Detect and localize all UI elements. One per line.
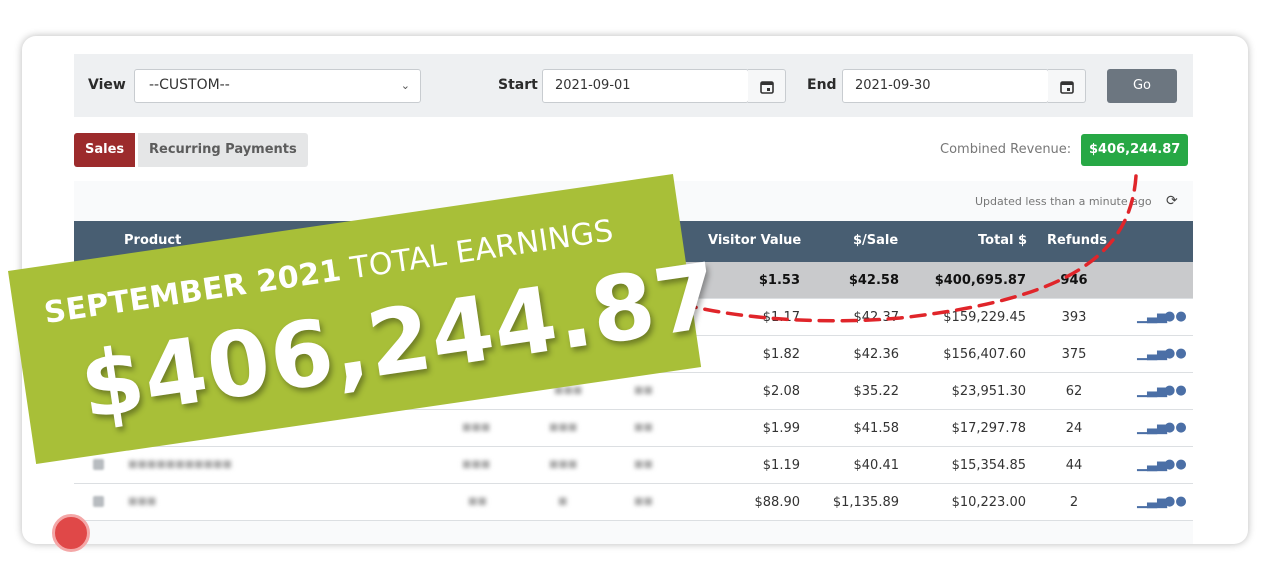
end-date-input[interactable]: 2021-09-30 <box>842 69 1049 103</box>
start-calendar-button[interactable] <box>748 69 786 103</box>
cell-refunds: 24 <box>1065 421 1083 436</box>
bar-chart-icon[interactable]: ▁▃▅ <box>1137 494 1167 509</box>
blurred-cell: ■■ <box>468 496 487 507</box>
start-date-value: 2021-09-01 <box>555 78 631 93</box>
cell-per-sale: $42.37 <box>853 310 900 325</box>
page: View --CUSTOM-- ⌄ Start 2021-09-01 End 2… <box>0 0 1267 568</box>
combined-revenue-label: Combined Revenue: <box>940 142 1072 157</box>
end-calendar-button[interactable] <box>1048 69 1086 103</box>
cell-per-sale: $42.58 <box>848 273 899 288</box>
filter-bar: View --CUSTOM-- ⌄ Start 2021-09-01 End 2… <box>74 54 1193 117</box>
cell-total: $400,695.87 <box>934 273 1026 288</box>
bar-chart-icon[interactable]: ▁▃▅ <box>1137 346 1167 361</box>
cell-visitor-value: $1.53 <box>758 273 800 288</box>
header-product: Product <box>124 233 182 248</box>
calendar-icon <box>1060 81 1074 94</box>
cell-visitor-value: $2.08 <box>762 384 800 399</box>
blurred-cell: ■ <box>558 496 568 507</box>
cell-refunds: 2 <box>1069 495 1079 510</box>
users-icon[interactable]: ●● <box>1164 457 1187 472</box>
combined-revenue-badge: $406,244.87 <box>1081 134 1189 166</box>
cell-per-sale: $35.22 <box>853 384 900 399</box>
blurred-cell: ■■■ <box>462 422 491 433</box>
header-visitor-value: Visitor Value <box>708 233 802 248</box>
header-per-sale: $/Sale <box>853 233 899 248</box>
red-circle-icon[interactable] <box>52 514 90 552</box>
cell-refunds: 375 <box>1061 347 1087 362</box>
cell-visitor-value: $1.82 <box>762 347 800 362</box>
cell-refunds: 44 <box>1065 458 1083 473</box>
expand-toggle[interactable] <box>93 496 104 507</box>
blurred-cell: ■■■ <box>549 459 578 470</box>
chevron-down-icon: ⌄ <box>400 79 410 92</box>
users-icon[interactable]: ●● <box>1164 309 1187 324</box>
view-select[interactable]: --CUSTOM-- ⌄ <box>134 69 421 103</box>
cell-visitor-value: $88.90 <box>754 495 801 510</box>
tab-recurring-payments[interactable]: Recurring Payments <box>138 133 308 167</box>
end-label: End <box>807 77 837 93</box>
cell-refunds: 946 <box>1060 273 1088 288</box>
users-icon[interactable]: ●● <box>1164 383 1187 398</box>
blurred-cell: ■■ <box>634 385 653 396</box>
cell-total: $15,354.85 <box>951 458 1026 473</box>
blurred-cell: ■■ <box>634 496 653 507</box>
cell-total: $23,951.30 <box>951 384 1026 399</box>
cell-total: $17,297.78 <box>951 421 1026 436</box>
updated-status: Updated less than a minute ago <box>975 195 1152 208</box>
bar-chart-icon[interactable]: ▁▃▅ <box>1137 420 1167 435</box>
cell-refunds: 393 <box>1061 310 1087 325</box>
cell-per-sale: $40.41 <box>853 458 900 473</box>
start-label: Start <box>498 77 538 93</box>
cell-refunds: 62 <box>1065 384 1083 399</box>
start-date-input[interactable]: 2021-09-01 <box>542 69 749 103</box>
table-row: ■■■■■■■■■■■ ■■■ ■■■ ■■ $1.19 $40.41 $15,… <box>74 447 1193 484</box>
tab-sales[interactable]: Sales <box>74 133 136 167</box>
cell-visitor-value: $1.99 <box>762 421 800 436</box>
blurred-cell: ■■■ <box>128 496 157 507</box>
header-refunds: Refunds <box>1047 233 1108 248</box>
end-date-value: 2021-09-30 <box>855 78 931 93</box>
cell-visitor-value: $1.19 <box>762 458 800 473</box>
blurred-cell: ■■■ <box>549 422 578 433</box>
blurred-cell: ■■ <box>634 422 653 433</box>
expand-toggle[interactable] <box>93 459 104 470</box>
view-label: View <box>88 77 126 93</box>
users-icon[interactable]: ●● <box>1164 494 1187 509</box>
bar-chart-icon[interactable]: ▁▃▅ <box>1137 383 1167 398</box>
users-icon[interactable]: ●● <box>1164 346 1187 361</box>
cell-total: $159,229.45 <box>943 310 1026 325</box>
cell-total: $156,407.60 <box>943 347 1026 362</box>
cell-total: $10,223.00 <box>951 495 1026 510</box>
header-total: Total $ <box>978 233 1028 248</box>
cell-visitor-value: $1.17 <box>762 310 800 325</box>
calendar-icon <box>760 81 774 94</box>
blurred-cell: ■■■■■■■■■■■ <box>128 459 232 470</box>
blurred-cell: ■■■ <box>462 459 491 470</box>
bar-chart-icon[interactable]: ▁▃▅ <box>1137 309 1167 324</box>
users-icon[interactable]: ●● <box>1164 420 1187 435</box>
refresh-icon[interactable]: ⟳ <box>1166 193 1178 209</box>
blurred-cell: ■■ <box>634 459 653 470</box>
go-button[interactable]: Go <box>1107 69 1177 103</box>
view-select-value: --CUSTOM-- <box>149 77 230 93</box>
cell-per-sale: $41.58 <box>853 421 900 436</box>
cell-per-sale: $1,135.89 <box>832 495 899 510</box>
bar-chart-icon[interactable]: ▁▃▅ <box>1137 457 1167 472</box>
cell-per-sale: $42.36 <box>853 347 900 362</box>
table-row: ■■■ ■■ ■ ■■ $88.90 $1,135.89 $10,223.00 … <box>74 484 1193 521</box>
